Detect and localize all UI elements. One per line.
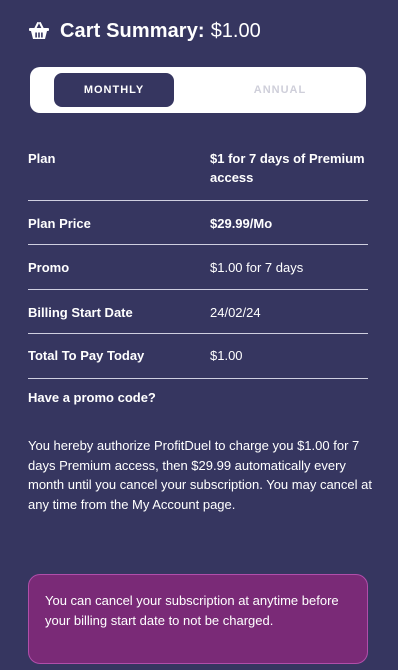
total-today-label: Total To Pay Today: [28, 348, 145, 363]
cart-summary-title: Cart Summary:: [60, 19, 205, 42]
summary-row-billing-start-date: Billing Start Date 24/02/24: [28, 290, 368, 334]
billing-period-toggle: MONTHLY ANNUAL: [30, 67, 366, 113]
plan-label: Plan: [28, 151, 56, 166]
plan-price-label: Plan Price: [28, 216, 91, 231]
plan-price-value: $29.99/Mo: [210, 216, 273, 231]
promo-value: $1.00 for 7 days: [210, 260, 304, 275]
plan-value: $1 for 7 days of Premium access: [210, 151, 365, 185]
authorization-text: You hereby authorize ProfitDuel to charg…: [28, 438, 372, 512]
order-summary-table: Plan $1 for 7 days of Premium access Pla…: [28, 138, 368, 379]
annual-toggle-button[interactable]: ANNUAL: [220, 73, 340, 107]
summary-row-plan: Plan $1 for 7 days of Premium access: [28, 138, 368, 201]
cart-summary-header: Cart Summary: $1.00: [28, 16, 261, 46]
billing-start-date-label: Billing Start Date: [28, 305, 133, 320]
cart-total-amount: $1.00: [210, 19, 261, 42]
total-today-value: $1.00: [210, 348, 243, 363]
summary-row-plan-price: Plan Price $29.99/Mo: [28, 201, 368, 245]
promo-label: Promo: [28, 260, 70, 275]
billing-start-date-value: 24/02/24: [210, 305, 261, 320]
summary-row-total-today: Total To Pay Today $1.00: [28, 334, 368, 379]
cancellation-notice: You can cancel your subscription at anyt…: [28, 574, 368, 664]
shopping-basket-icon: [28, 21, 50, 41]
summary-row-promo: Promo $1.00 for 7 days: [28, 245, 368, 290]
promo-code-link[interactable]: Have a promo code?: [28, 388, 156, 407]
monthly-toggle-button[interactable]: MONTHLY: [54, 73, 174, 107]
